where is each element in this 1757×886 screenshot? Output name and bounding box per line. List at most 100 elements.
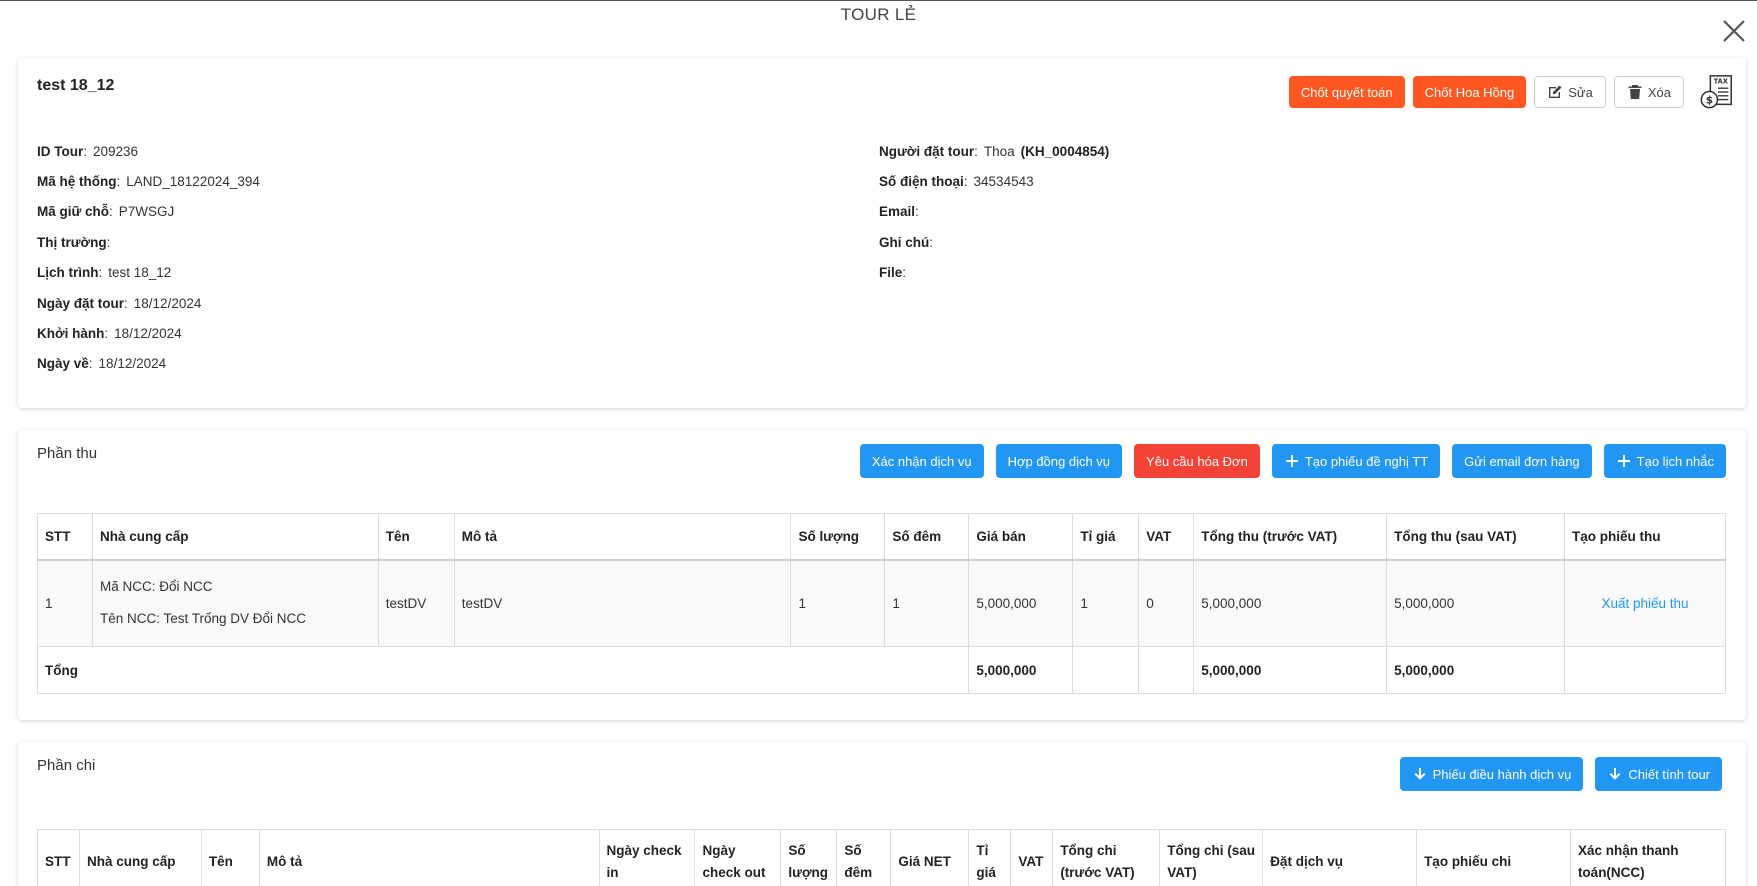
arrow-down-icon <box>1414 768 1425 780</box>
info-khoi-hanh: Khởi hành:18/12/2024 <box>37 326 182 342</box>
top-border <box>0 0 1757 1</box>
table-row: 1 Mã NCC: Đổi NCC Tên NCC: Test Trống DV… <box>37 559 1726 647</box>
tour-actions: Chốt quyết toán Chốt Hoa Hồng Sửa Xóa TA… <box>1288 73 1736 111</box>
phan-chi-card: Phần chi Phiếu điều hành dịch vụ Chiết t… <box>18 742 1746 886</box>
info-file: File: <box>879 265 907 281</box>
col-vat: VAT <box>1138 513 1195 561</box>
cell-tong-thu-truoc: 5,000,000 <box>1193 559 1388 647</box>
plus-icon <box>1617 455 1630 467</box>
col-ten: Tên <box>377 513 455 561</box>
phan-chi-title: Phần chi <box>37 757 96 774</box>
col-tao-phieu-chi: Tạo phiếu chi <box>1416 829 1571 886</box>
hop-dong-dich-vu-button[interactable]: Hợp đồng dịch vụ <box>995 444 1123 478</box>
total-tong-thu-sau: 5,000,000 <box>1386 646 1566 694</box>
modal-title: TOUR LẺ <box>840 5 917 24</box>
phieu-dieu-hanh-button[interactable]: Phiếu điều hành dịch vụ <box>1399 757 1584 791</box>
delete-button[interactable]: Xóa <box>1613 76 1684 108</box>
col-ten: Tên <box>200 829 260 886</box>
ma-ncc: Mã NCC: Đổi NCC <box>99 579 213 595</box>
total-label: Tổng <box>36 646 970 694</box>
info-ngay-ve: Ngày về:18/12/2024 <box>37 356 167 372</box>
gui-email-don-hang-button[interactable]: Gửi email đơn hàng <box>1452 444 1592 478</box>
col-tong-thu-sau-vat: Tổng thu (sau VAT) <box>1386 513 1566 561</box>
cell-mo-ta: testDV <box>453 559 792 647</box>
cell-tong-thu-sau: 5,000,000 <box>1386 559 1566 647</box>
chot-quyet-toan-button[interactable]: Chốt quyết toán <box>1288 76 1405 108</box>
col-tong-chi-sau-vat: Tổng chi (sau VAT) <box>1159 829 1264 886</box>
yeu-cau-hoa-don-button[interactable]: Yêu cầu hóa Đơn <box>1134 444 1260 478</box>
chiet-tinh-tour-button[interactable]: Chiết tính tour <box>1595 757 1722 791</box>
trash-icon <box>1628 85 1642 99</box>
col-stt: STT <box>37 513 93 561</box>
phan-thu-actions: Xác nhận dịch vụ Hợp đồng dịch vụ Yêu cầ… <box>859 444 1726 478</box>
col-so-luong: Số lượng <box>780 829 838 886</box>
cell-so-luong: 1 <box>790 559 886 647</box>
info-email: Email: <box>879 204 919 220</box>
tour-info-card: test 18_12 Chốt quyết toán Chốt Hoa Hồng… <box>18 58 1746 408</box>
col-gia-ban: Giá bán <box>968 513 1074 561</box>
tao-lich-nhac-button[interactable]: Tạo lịch nhắc <box>1603 444 1726 478</box>
col-ngay-check-in: Ngày check in <box>598 829 696 886</box>
phan-thu-header-row: STT Nhà cung cấp Tên Mô tả Số lượng Số đ… <box>37 513 1726 561</box>
tour-name: test 18_12 <box>37 77 115 94</box>
phan-chi-table: STT Nhà cung cấp Tên Mô tả Ngày check in… <box>37 829 1727 886</box>
col-gia-net: Giá NET <box>890 829 970 886</box>
tax-invoice-icon[interactable]: TAX $ <box>1698 73 1736 111</box>
col-ti-gia: Tỉ giá <box>1072 513 1140 561</box>
cell-stt: 1 <box>37 559 93 647</box>
info-id-tour: ID Tour:209236 <box>37 143 139 159</box>
chot-hoa-hong-button[interactable]: Chốt Hoa Hồng <box>1412 76 1527 108</box>
svg-text:$: $ <box>1706 94 1713 106</box>
close-icon[interactable] <box>1719 16 1749 46</box>
xac-nhan-dich-vu-button[interactable]: Xác nhận dịch vụ <box>859 444 984 478</box>
col-xac-nhan-thanh-toan: Xác nhận thanh toán(NCC) <box>1569 829 1727 886</box>
plus-icon <box>1285 455 1298 467</box>
info-nguoi-dat-tour: Người đặt tour: Thoa (KH_0004854) <box>879 143 1110 159</box>
col-mo-ta: Mô tả <box>258 829 600 886</box>
col-so-luong: Số lượng <box>790 513 886 561</box>
col-dat-dich-vu: Đặt dịch vụ <box>1262 829 1418 886</box>
col-tong-chi-truoc-vat: Tổng chi (trước VAT) <box>1052 829 1161 886</box>
xuat-phieu-thu-link[interactable]: Xuất phiếu thu <box>1564 559 1726 647</box>
cell-vat: 0 <box>1138 559 1195 647</box>
total-row: Tổng 5,000,000 5,000,000 5,000,000 <box>36 646 1726 694</box>
col-ngay-check-out: Ngày check out <box>694 829 782 886</box>
edit-button[interactable]: Sửa <box>1534 76 1606 108</box>
cell-ten: testDV <box>377 559 455 647</box>
arrow-down-icon <box>1609 768 1621 780</box>
col-nha-cung-cap: Nhà cung cấp <box>91 513 379 561</box>
tour-info-right: Người đặt tour: Thoa (KH_0004854) Số điện … <box>879 136 1109 288</box>
info-ngay-dat-tour: Ngày đặt tour:18/12/2024 <box>37 295 202 311</box>
col-tao-phieu-thu: Tạo phiếu thu <box>1564 513 1726 561</box>
info-ghi-chu: Ghi chú: <box>879 234 934 250</box>
phan-thu-card: Phần thu Xác nhận dịch vụ Hợp đồng dịch … <box>18 430 1746 720</box>
edit-icon <box>1549 85 1562 98</box>
col-nha-cung-cap: Nhà cung cấp <box>78 829 202 886</box>
info-ma-giu-cho: Mã giữ chỗ: P7WSGJ <box>37 204 175 220</box>
info-ma-he-thong: Mã hệ thống: LAND_18122024_394 <box>37 174 260 190</box>
svg-text:TAX: TAX <box>1714 77 1728 85</box>
phan-thu-title: Phần thu <box>37 445 98 462</box>
col-vat: VAT <box>1010 829 1054 886</box>
col-tong-thu-truoc-vat: Tổng thu (trước VAT) <box>1193 513 1388 561</box>
info-so-dien-thoai: Số điện thoại:34534543 <box>879 174 1034 190</box>
total-tong-thu-truoc: 5,000,000 <box>1193 646 1388 694</box>
phan-chi-header-row: STT Nhà cung cấp Tên Mô tả Ngày check in… <box>37 829 1727 886</box>
col-ti-gia: Tỉ giá <box>968 829 1012 886</box>
tao-phieu-de-nghi-button[interactable]: Tạo phiếu đề nghị TT <box>1271 444 1441 478</box>
cell-so-dem: 1 <box>884 559 970 647</box>
col-mo-ta: Mô tả <box>453 513 792 561</box>
delete-label: Xóa <box>1647 84 1671 100</box>
cell-nha-cung-cap: Mã NCC: Đổi NCC Tên NCC: Test Trống DV Đ… <box>91 559 379 647</box>
cell-gia-ban: 5,000,000 <box>968 559 1074 647</box>
edit-label: Sửa <box>1568 84 1593 100</box>
cell-ti-gia: 1 <box>1072 559 1140 647</box>
ten-ncc: Tên NCC: Test Trống DV Đổi NCC <box>99 611 307 627</box>
col-stt: STT <box>37 829 80 886</box>
col-so-dem: Số đêm <box>836 829 892 886</box>
phan-chi-actions: Phiếu điều hành dịch vụ Chiết tính tour <box>1399 757 1722 791</box>
info-thi-truong: Thị trường: <box>37 234 111 250</box>
info-lich-trinh: Lịch trình: test 18_12 <box>37 265 172 281</box>
tour-info-left: ID Tour:209236 Mã hệ thống: LAND_18122024… <box>37 136 260 379</box>
col-so-dem: Số đêm <box>884 513 970 561</box>
